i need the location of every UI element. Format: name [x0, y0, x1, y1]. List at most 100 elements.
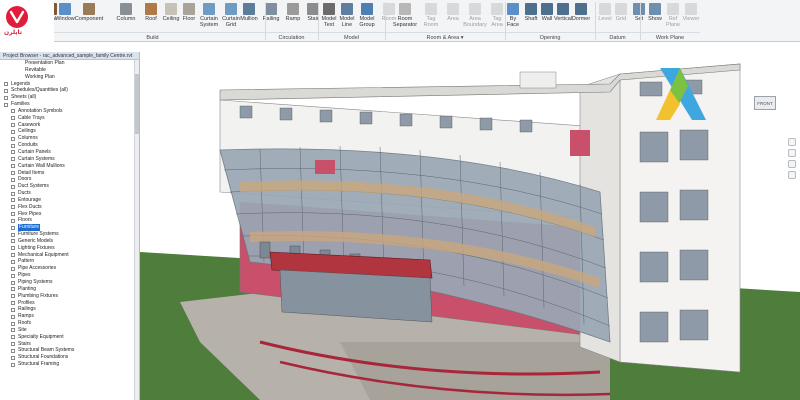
browser-item-furniture-systems[interactable]: Furniture Systems	[0, 231, 139, 238]
expand-icon[interactable]	[4, 95, 8, 100]
browser-item-pattern[interactable]: Pattern	[0, 258, 139, 265]
expand-icon[interactable]	[11, 123, 15, 128]
browser-item-flex-ducts[interactable]: Flex Ducts	[0, 204, 139, 211]
browser-item-curtain-systems[interactable]: Curtain Systems	[0, 156, 139, 163]
expand-icon[interactable]	[11, 314, 15, 319]
browser-item-ceilings[interactable]: Ceilings	[0, 128, 139, 135]
browser-item-structural-foundations[interactable]: Structural Foundations	[0, 354, 139, 361]
expand-icon[interactable]	[11, 212, 15, 217]
browser-item-railings[interactable]: Railings	[0, 306, 139, 313]
browser-item-planting[interactable]: Planting	[0, 286, 139, 293]
browser-item-presentation-plan[interactable]: Presentation Plan	[0, 60, 139, 67]
browser-item-roofs[interactable]: Roofs	[0, 320, 139, 327]
browser-item-generic-models[interactable]: Generic Models	[0, 238, 139, 245]
browser-item-furniture[interactable]: Furniture	[0, 224, 139, 232]
browser-item-specialty-equipment[interactable]: Specialty Equipment	[0, 334, 139, 341]
show-button[interactable]: Show	[646, 0, 664, 32]
browser-item-flex-pipes[interactable]: Flex Pipes	[0, 211, 139, 218]
browser-item-pipe-accessories[interactable]: Pipe Accessories	[0, 265, 139, 272]
expand-icon[interactable]	[11, 266, 15, 271]
expand-icon[interactable]	[4, 82, 8, 87]
viewcube-face[interactable]: FRONT	[754, 96, 776, 110]
browser-item-duct-systems[interactable]: Duct Systems	[0, 183, 139, 190]
window-button[interactable]: Window	[55, 0, 75, 32]
expand-icon[interactable]	[11, 307, 15, 312]
expand-icon[interactable]	[11, 232, 15, 237]
pan-icon[interactable]	[788, 149, 796, 157]
zoom-icon[interactable]	[788, 160, 796, 168]
expand-icon[interactable]	[11, 239, 15, 244]
viewcube[interactable]: FRONT	[748, 90, 782, 118]
expand-icon[interactable]	[11, 294, 15, 299]
browser-item-detail-items[interactable]: Detail Items	[0, 170, 139, 177]
expand-icon[interactable]	[11, 164, 15, 169]
expand-icon[interactable]	[11, 129, 15, 134]
expand-icon[interactable]	[11, 198, 15, 203]
browser-item-entourage[interactable]: Entourage	[0, 197, 139, 204]
expand-icon[interactable]	[11, 150, 15, 155]
browser-item-ducts[interactable]: Ducts	[0, 190, 139, 197]
project-browser-scrollbar[interactable]	[134, 60, 139, 400]
project-browser[interactable]: Project Browser - rac_advanced_sample_fa…	[0, 52, 140, 400]
browser-item-site[interactable]: Site	[0, 327, 139, 334]
expand-icon[interactable]	[11, 191, 15, 196]
expand-icon[interactable]	[11, 348, 15, 353]
expand-icon[interactable]	[11, 109, 15, 114]
expand-icon[interactable]	[11, 136, 15, 141]
browser-item-profiles[interactable]: Profiles	[0, 300, 139, 307]
expand-icon[interactable]	[11, 116, 15, 121]
column-button[interactable]: Column	[117, 0, 135, 32]
expand-icon[interactable]	[11, 253, 15, 258]
model-text-button[interactable]: Model Text	[320, 0, 338, 32]
vertical-button[interactable]: Vertical	[554, 0, 572, 32]
browser-item-stairs[interactable]: Stairs	[0, 341, 139, 348]
browser-item-pipes[interactable]: Pipes	[0, 272, 139, 279]
room-separator-button[interactable]: Room Separator	[393, 0, 417, 32]
curtain-system-button[interactable]: Curtain System	[200, 0, 218, 32]
orbit-icon[interactable]	[788, 171, 796, 179]
browser-item-schedules-quantities-all[interactable]: Schedules/Quantities (all)	[0, 87, 139, 94]
browser-item-conduits[interactable]: Conduits	[0, 142, 139, 149]
expand-icon[interactable]	[11, 287, 15, 292]
mullion-button[interactable]: Mullion	[240, 0, 258, 32]
browser-item-curtain-wall-mullions[interactable]: Curtain Wall Mullions	[0, 163, 139, 170]
browser-item-columns[interactable]: Columns	[0, 135, 139, 142]
component-button[interactable]: Component	[75, 0, 103, 32]
browser-item-cable-trays[interactable]: Cable Trays	[0, 115, 139, 122]
floor-button[interactable]: Floor	[180, 0, 198, 32]
expand-icon[interactable]	[11, 335, 15, 340]
browser-item-casework[interactable]: Casework	[0, 122, 139, 129]
tag-room-button[interactable]: Tag Room	[422, 0, 440, 32]
browser-item-lighting-fixtures[interactable]: Lighting Fixtures	[0, 245, 139, 252]
area-boundary-button[interactable]: Area Boundary	[463, 0, 487, 32]
expand-icon[interactable]	[11, 143, 15, 148]
expand-icon[interactable]	[11, 177, 15, 182]
expand-icon[interactable]	[11, 301, 15, 306]
expand-icon[interactable]	[11, 225, 15, 230]
browser-item-revitable[interactable]: Revitable	[0, 67, 139, 74]
browser-item-mechanical-equipment[interactable]: Mechanical Equipment	[0, 252, 139, 259]
steering-wheel-icon[interactable]	[788, 138, 796, 146]
expand-icon[interactable]	[11, 184, 15, 189]
browser-item-working-plan[interactable]: Working Plan	[0, 74, 139, 81]
browser-item-structural-framing[interactable]: Structural Framing	[0, 361, 139, 368]
by-face-button[interactable]: By Face	[504, 0, 522, 32]
3d-viewport[interactable]: FRONT	[140, 42, 800, 400]
grid-button[interactable]: Grid	[612, 0, 630, 32]
browser-item-sheets-all[interactable]: Sheets (all)	[0, 94, 139, 101]
model-group-button[interactable]: Model Group	[358, 0, 376, 32]
expand-icon[interactable]	[11, 280, 15, 285]
expand-icon[interactable]	[11, 205, 15, 210]
ramp-button[interactable]: Ramp	[284, 0, 302, 32]
ceiling-button[interactable]: Ceiling	[162, 0, 180, 32]
browser-item-curtain-panels[interactable]: Curtain Panels	[0, 149, 139, 156]
roof-button[interactable]: Roof	[142, 0, 160, 32]
expand-icon[interactable]	[11, 321, 15, 326]
expand-icon[interactable]	[4, 88, 8, 93]
browser-item-legends[interactable]: Legends	[0, 81, 139, 88]
expand-icon[interactable]	[11, 362, 15, 367]
expand-icon[interactable]	[11, 218, 15, 223]
browser-item-families[interactable]: Families	[0, 101, 139, 108]
expand-icon[interactable]	[11, 171, 15, 175]
area-button[interactable]: Area	[444, 0, 462, 32]
